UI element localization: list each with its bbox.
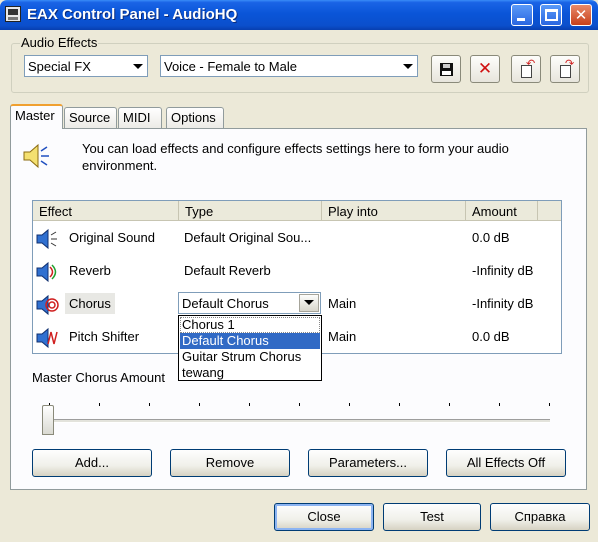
slider-label: Master Chorus Amount xyxy=(32,370,165,385)
effect-category-select[interactable]: Special FX xyxy=(24,55,148,77)
effect-amount: -Infinity dB xyxy=(472,263,534,278)
effect-preset-select[interactable]: Voice - Female to Male xyxy=(160,55,418,77)
effect-type[interactable]: Default Reverb xyxy=(184,263,271,278)
speaker-icon xyxy=(23,143,49,169)
import-preset-button[interactable]: ↶ xyxy=(511,55,541,83)
add-button[interactable]: Add... xyxy=(32,449,152,477)
close-icon: ✕ xyxy=(574,6,588,24)
delete-preset-button[interactable]: ✕ xyxy=(470,55,500,83)
tab-source[interactable]: Source xyxy=(64,107,117,128)
slider-thumb[interactable] xyxy=(42,405,54,435)
effect-name: Original Sound xyxy=(69,230,155,245)
save-preset-button[interactable] xyxy=(431,55,461,83)
effect-play-into: Main xyxy=(328,329,357,344)
column-header-effect[interactable]: Effect xyxy=(33,201,179,220)
chevron-down-icon[interactable] xyxy=(129,57,146,75)
effect-play-into: Main xyxy=(328,296,357,311)
dropdown-option[interactable]: Guitar Strum Chorus xyxy=(180,349,320,365)
remove-button[interactable]: Remove xyxy=(170,449,290,477)
export-preset-button[interactable]: ↷ xyxy=(550,55,580,83)
table-row[interactable]: Reverb Default Reverb -Infinity dB xyxy=(33,254,561,287)
title-bar: EAX Control Panel - AudioHQ ✕ xyxy=(0,0,598,30)
close-window-button[interactable]: ✕ xyxy=(570,4,592,26)
import-arrow-icon: ↶ xyxy=(526,57,536,70)
column-header-play-into[interactable]: Play into xyxy=(322,201,466,220)
slider-track[interactable] xyxy=(48,419,550,423)
effect-amount: 0.0 dB xyxy=(472,230,510,245)
table-row[interactable]: Original Sound Default Original Sou... 0… xyxy=(33,221,561,254)
minimize-button[interactable] xyxy=(511,4,533,26)
maximize-icon xyxy=(545,9,558,21)
tab-midi[interactable]: MIDI xyxy=(118,107,162,128)
chevron-down-icon[interactable] xyxy=(299,294,319,312)
effect-amount: 0.0 dB xyxy=(472,329,510,344)
audio-effects-label: Audio Effects xyxy=(20,35,99,50)
reverb-icon xyxy=(36,261,57,283)
minimize-icon xyxy=(517,18,525,21)
help-button[interactable]: Справка xyxy=(490,503,590,531)
chorus-type-select[interactable]: Default Chorus xyxy=(178,292,321,314)
close-button[interactable]: Close xyxy=(274,503,374,531)
effect-preset-value: Voice - Female to Male xyxy=(164,59,297,74)
speaker-icon xyxy=(36,228,57,250)
export-arrow-icon: ↷ xyxy=(565,57,575,70)
dropdown-option[interactable]: Chorus 1 xyxy=(180,317,320,333)
test-button[interactable]: Test xyxy=(383,503,481,531)
chorus-type-value: Default Chorus xyxy=(182,296,269,311)
delete-icon: ✕ xyxy=(477,59,493,79)
info-text: You can load effects and configure effec… xyxy=(82,141,509,173)
effect-name: Pitch Shifter xyxy=(69,329,140,344)
effects-list-header: Effect Type Play into Amount xyxy=(33,201,561,221)
slider-ticks xyxy=(49,403,551,409)
effect-name: Chorus xyxy=(65,293,115,314)
column-header-amount[interactable]: Amount xyxy=(466,201,538,220)
tab-master[interactable]: Master xyxy=(10,104,63,129)
chorus-icon xyxy=(36,294,59,316)
dropdown-option[interactable]: tewang xyxy=(180,365,320,381)
effect-name: Reverb xyxy=(69,263,111,278)
maximize-button[interactable] xyxy=(540,4,562,26)
effect-amount: -Infinity dB xyxy=(472,296,534,311)
all-effects-off-button[interactable]: All Effects Off xyxy=(446,449,566,477)
save-icon xyxy=(440,63,453,76)
parameters-button[interactable]: Parameters... xyxy=(308,449,428,477)
dropdown-option-selected[interactable]: Default Chorus xyxy=(180,333,320,349)
effect-type[interactable]: Default Original Sou... xyxy=(184,230,311,245)
chorus-type-dropdown: Chorus 1 Default Chorus Guitar Strum Cho… xyxy=(178,315,322,381)
pitch-shifter-icon xyxy=(36,327,58,349)
window-title: EAX Control Panel - AudioHQ xyxy=(27,6,238,23)
effect-category-value: Special FX xyxy=(28,59,91,74)
column-header-type[interactable]: Type xyxy=(179,201,322,220)
app-icon[interactable] xyxy=(5,6,21,22)
tab-options[interactable]: Options xyxy=(166,107,224,128)
chevron-down-icon[interactable] xyxy=(399,57,416,75)
